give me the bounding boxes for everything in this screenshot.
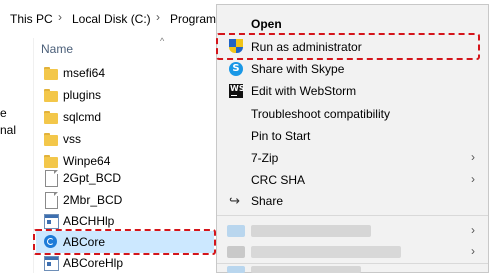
breadcrumb-local-disk[interactable]: Local Disk (C:) (72, 12, 151, 26)
menu-item-pin-to-start[interactable]: Pin to Start (217, 125, 488, 147)
chevron-right-icon: › (471, 244, 475, 258)
menu-item-open[interactable]: Open (217, 13, 488, 35)
chevron-right-icon: › (471, 172, 475, 186)
menu-item-7-zip[interactable]: 7-Zip › (217, 147, 488, 169)
file-icon (44, 170, 58, 187)
file-name: sqlcmd (63, 110, 102, 124)
folder-icon (44, 109, 58, 125)
webstorm-icon: WS (228, 83, 245, 99)
menu-item-label: Open (251, 17, 282, 31)
highlight-box (216, 33, 480, 60)
chevron-right-icon: › (471, 150, 475, 164)
share-icon: ↪ (229, 193, 240, 208)
chevron-right-icon[interactable]: › (156, 10, 160, 24)
sort-ascending-icon: ^ (160, 36, 165, 46)
menu-item-blurred[interactable]: › (217, 241, 488, 263)
breadcrumb-this-pc[interactable]: This PC (10, 12, 53, 26)
menu-item-blurred[interactable]: › (217, 220, 488, 242)
blurred-icon (227, 266, 245, 273)
column-header-name[interactable]: Name (41, 42, 73, 56)
list-item[interactable]: 2Gpt_BCD (36, 167, 214, 189)
menu-item-crc-sha[interactable]: CRC SHA › (217, 169, 488, 191)
blurred-icon (227, 246, 245, 258)
menu-item-label: CRC SHA (251, 173, 306, 187)
app-icon (44, 213, 59, 229)
folder-icon (44, 131, 58, 147)
file-name: 2Mbr_BCD (63, 193, 123, 207)
menu-item-label: Pin to Start (251, 129, 311, 143)
nav-pane-item[interactable]: e (0, 106, 7, 120)
app-icon (44, 255, 59, 271)
list-item[interactable]: msefi64 (36, 62, 214, 84)
chevron-right-icon: › (471, 223, 475, 237)
file-icon (44, 192, 58, 209)
highlight-box (33, 229, 216, 255)
file-name: Winpe64 (63, 154, 111, 168)
blurred-label (251, 225, 371, 237)
menu-item-label: 7-Zip (251, 151, 279, 165)
folder-icon (44, 87, 58, 103)
menu-item-troubleshoot-compatibility[interactable]: Troubleshoot compatibility (217, 103, 488, 125)
list-item[interactable]: 2Mbr_BCD (36, 189, 214, 211)
menu-separator (217, 215, 488, 216)
blurred-icon (227, 225, 245, 237)
nav-pane-item[interactable]: nal (0, 123, 16, 137)
folder-icon (44, 65, 58, 81)
list-item[interactable]: sqlcmd (36, 106, 214, 128)
list-item[interactable]: vss (36, 128, 214, 150)
blurred-label (251, 246, 401, 258)
file-name: 2Gpt_BCD (63, 171, 122, 185)
file-name: vss (63, 132, 81, 146)
menu-item-label: Share with Skype (251, 62, 345, 76)
breadcrumb-program[interactable]: Program (170, 12, 216, 26)
list-item[interactable]: ABCoreHlp (36, 252, 214, 274)
menu-item-label: Troubleshoot compatibility (251, 107, 390, 121)
skype-icon: S (228, 61, 244, 77)
file-name: msefi64 (63, 66, 106, 80)
menu-item-share[interactable]: ↪ Share (217, 190, 488, 212)
menu-item-blurred[interactable] (217, 264, 488, 273)
file-name: ABCHHlp (63, 214, 115, 228)
chevron-right-icon[interactable]: › (58, 10, 62, 24)
file-name: ABCoreHlp (63, 256, 124, 270)
blurred-label (251, 266, 361, 273)
file-name: plugins (63, 88, 102, 102)
menu-item-label: Edit with WebStorm (251, 84, 357, 98)
list-item[interactable]: plugins (36, 84, 214, 106)
menu-item-edit-with-webstorm[interactable]: WS Edit with WebStorm (217, 80, 488, 102)
menu-item-label: Share (251, 194, 284, 208)
menu-item-share-with-skype[interactable]: S Share with Skype (217, 58, 488, 80)
